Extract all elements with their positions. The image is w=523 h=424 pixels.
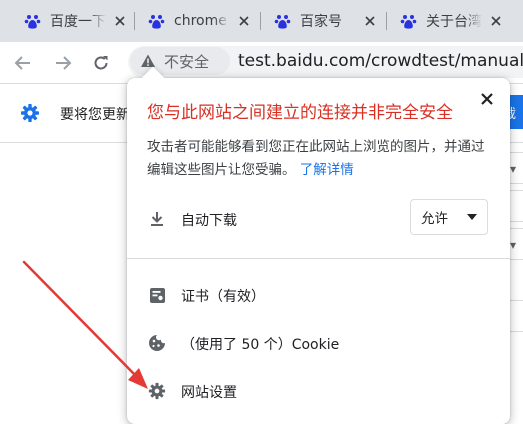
tab-baijiahao[interactable]: 百家号	[266, 4, 378, 38]
auto-download-value: 允许	[421, 211, 448, 227]
baidu-paw-icon	[148, 13, 165, 30]
tab-taiwan[interactable]: 关于台湾	[392, 4, 504, 38]
arrow-left-icon[interactable]	[12, 52, 34, 74]
baidu-paw-icon	[24, 13, 41, 30]
close-icon[interactable]	[112, 13, 128, 29]
tab-title: chrome	[174, 13, 227, 29]
close-icon[interactable]	[478, 90, 496, 108]
tab-title: 百度一下，	[50, 14, 106, 30]
certificate-label: 证书（有效）	[181, 289, 265, 305]
tab-title: 百家号	[300, 14, 342, 30]
url-text[interactable]: test.baidu.com/crowdtest/manualTe	[238, 51, 523, 71]
tab-separator	[386, 12, 387, 30]
popup-description: 攻击者可能能够看到您正在此网站上浏览的图片，并通过编辑这些图片让您受骗。 了解详…	[147, 136, 492, 182]
auto-download-label: 自动下载	[181, 213, 237, 229]
baidu-paw-icon	[400, 13, 417, 30]
download-icon	[147, 209, 167, 229]
tab-baidu[interactable]: 百度一下，	[16, 4, 128, 38]
site-settings-row[interactable]: 网站设置	[127, 379, 510, 403]
site-info-popup: 您与此网站之间建立的连接并非完全安全 攻击者可能能够看到您正在此网站上浏览的图片…	[127, 66, 510, 424]
security-chip[interactable]: 不安全	[130, 47, 230, 75]
cookie-icon	[147, 333, 167, 353]
security-chip-label: 不安全	[164, 52, 210, 71]
tab-chrome[interactable]: chrome	[140, 4, 252, 38]
gear-icon	[20, 103, 40, 127]
chevron-down-icon: ▾	[510, 238, 517, 252]
learn-more-link[interactable]: 了解详情	[300, 162, 354, 178]
chevron-down-icon	[467, 214, 477, 220]
tab-separator	[134, 12, 135, 30]
site-settings-label: 网站设置	[181, 385, 237, 401]
close-icon[interactable]	[236, 13, 252, 29]
gear-icon	[147, 381, 167, 401]
reload-icon[interactable]	[90, 52, 112, 74]
chevron-down-icon: ▾	[510, 162, 517, 176]
auto-download-select[interactable]: 允许	[410, 199, 488, 235]
cookie-row[interactable]: （使用了 50 个）Cookie	[127, 331, 510, 355]
certificate-row[interactable]: 证书（有效）	[127, 283, 510, 307]
popup-divider	[127, 258, 510, 259]
close-icon[interactable]	[362, 13, 378, 29]
tab-title: 关于台湾	[426, 14, 482, 30]
tab-separator	[260, 12, 261, 30]
close-icon[interactable]	[488, 13, 504, 29]
arrow-right-icon[interactable]	[52, 52, 74, 74]
infobar-message: 要将您更新	[60, 107, 130, 123]
tab-strip: 百度一下， chrome 百家号	[0, 0, 523, 42]
popup-title: 您与此网站之间建立的连接并非完全安全	[147, 103, 453, 123]
certificate-icon	[147, 285, 167, 305]
baidu-paw-icon	[274, 13, 291, 30]
cookie-label: （使用了 50 个）Cookie	[181, 337, 340, 353]
